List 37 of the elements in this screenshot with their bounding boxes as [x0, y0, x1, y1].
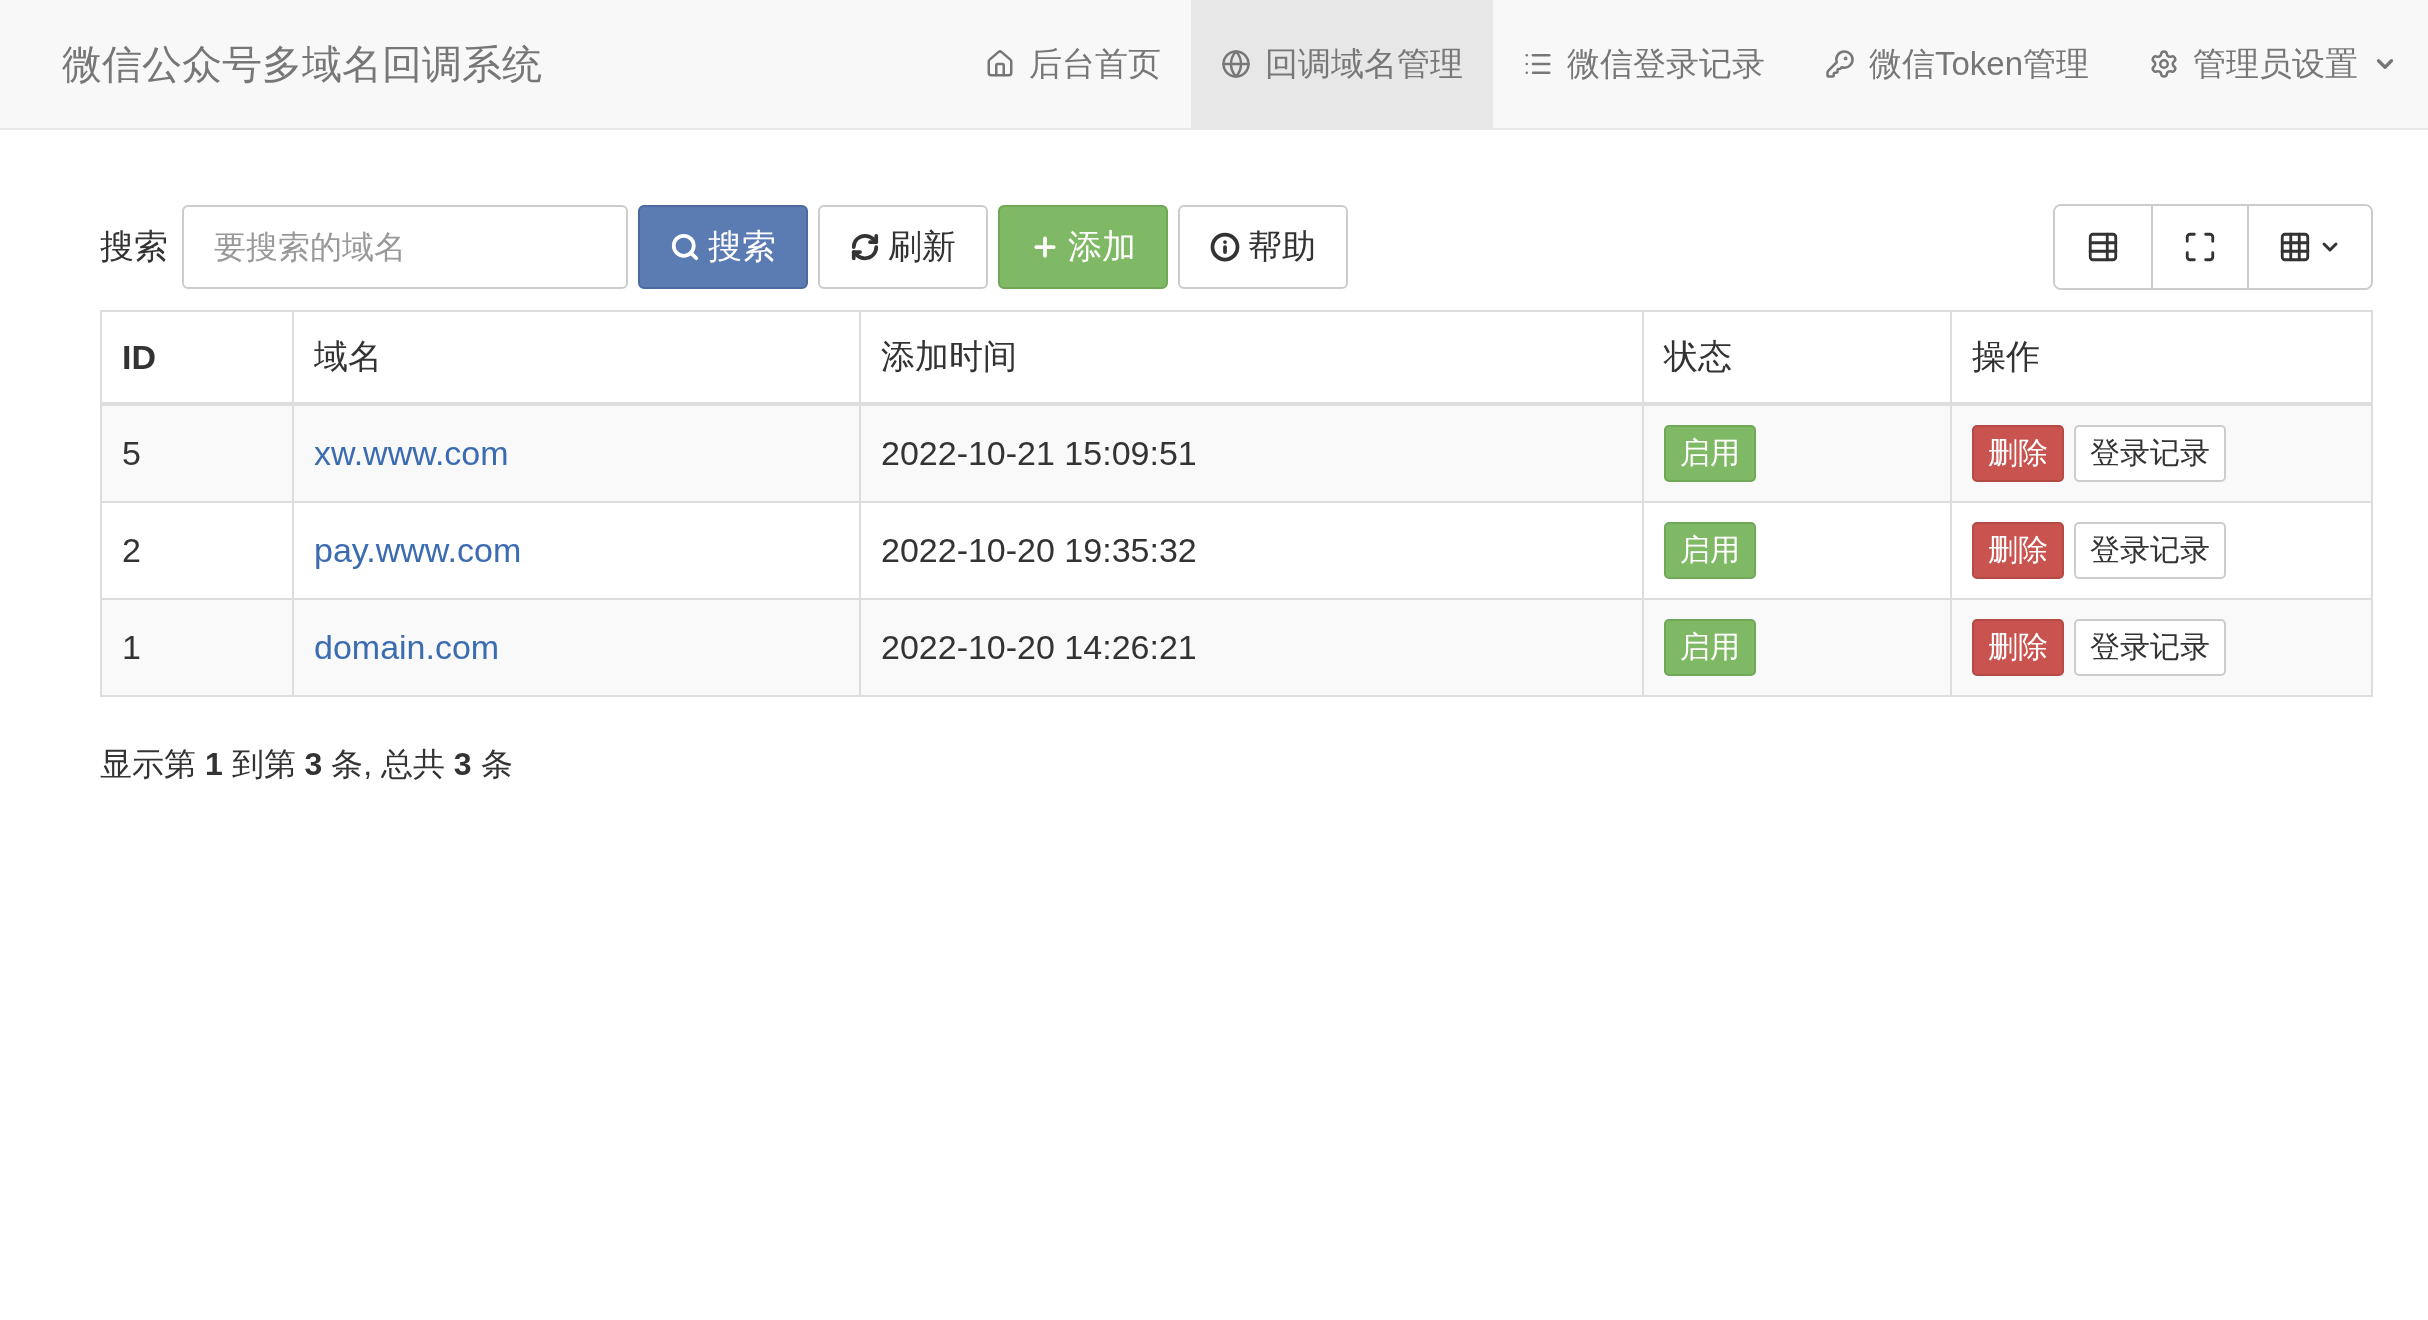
login-records-button[interactable]: 登录记录 [2074, 619, 2226, 676]
nav-tab[interactable]: 后台首页 [954, 0, 1191, 128]
search-field[interactable]: 要搜索的域名 [182, 205, 628, 289]
domain-link[interactable]: pay.www.com [314, 531, 522, 569]
nav-tab[interactable]: 微信登录记录 [1492, 0, 1795, 128]
login-records-button[interactable]: 登录记录 [2074, 425, 2226, 482]
status-badge: 启用 [1664, 522, 1756, 579]
info-button[interactable]: 帮助 [1178, 205, 1348, 289]
refresh-icon [850, 232, 880, 262]
pagination-info: 显示第 1 到第 3 条, 总共 3 条 [100, 745, 514, 784]
info-icon [1210, 232, 1240, 262]
table-cell: 2022-10-20 14:26:21 [860, 599, 1643, 696]
key-icon [1824, 49, 1855, 79]
delete-button[interactable]: 删除 [1972, 522, 2064, 579]
search-label: 搜索 [100, 225, 168, 268]
login-records-button[interactable]: 登录记录 [2074, 522, 2226, 579]
grid-icon [2278, 230, 2312, 264]
nav-tab[interactable]: 回调域名管理 [1190, 0, 1493, 128]
table-cell: 1 [101, 599, 293, 696]
fullscreen-icon [2183, 230, 2217, 264]
delete-button[interactable]: 删除 [1972, 619, 2064, 676]
plus-button[interactable]: 添加 [998, 205, 1168, 289]
columns-button[interactable] [2247, 206, 2371, 288]
globe-icon [1220, 49, 1251, 79]
brand-title: 微信公众号多域名回调系统 [61, 40, 543, 88]
search-button[interactable]: 搜索 [638, 205, 808, 289]
nav-tab[interactable]: 管理员设置 [2119, 0, 2428, 128]
refresh-button[interactable]: 刷新 [818, 205, 988, 289]
search-icon [670, 232, 700, 262]
domain-link[interactable]: domain.com [314, 628, 500, 666]
status-badge: 启用 [1664, 619, 1756, 676]
settings-icon [2149, 49, 2179, 79]
status-badge: 启用 [1664, 425, 1756, 482]
home-icon [984, 49, 1015, 79]
domain-link[interactable]: xw.www.com [314, 434, 509, 472]
delete-button[interactable]: 删除 [1972, 425, 2064, 482]
nav-tab[interactable]: 微信Token管理 [1794, 0, 2119, 128]
